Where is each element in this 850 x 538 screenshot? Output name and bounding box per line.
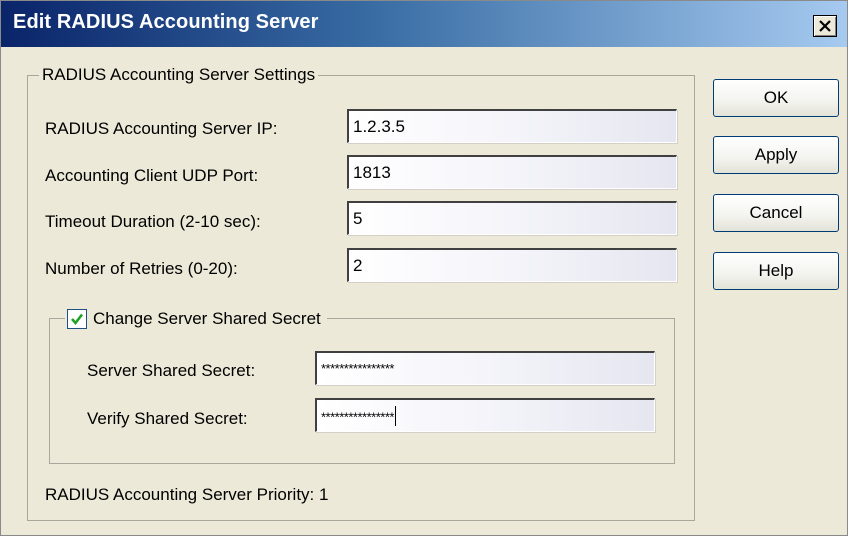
dialog-title: Edit RADIUS Accounting Server [13,11,319,33]
apply-button[interactable]: Apply [713,136,839,174]
help-button[interactable]: Help [713,252,839,290]
server-ip-input[interactable]: 1.2.3.5 [347,109,677,143]
server-priority-text: RADIUS Accounting Server Priority: 1 [45,485,329,504]
verify-secret-label: Verify Shared Secret: [87,409,248,428]
server-ip-label: RADIUS Accounting Server IP: [45,119,278,138]
change-secret-checkbox-row[interactable]: Change Server Shared Secret [65,309,327,329]
shared-secret-groupbox [49,318,675,464]
timeout-input[interactable]: 5 [347,201,677,235]
udp-port-label: Accounting Client UDP Port: [45,166,259,185]
cancel-button[interactable]: Cancel [713,194,839,232]
retries-label: Number of Retries (0-20): [45,259,238,278]
title-bar[interactable]: Edit RADIUS Accounting Server [1,1,847,47]
timeout-label: Timeout Duration (2-10 sec): [45,212,261,231]
retries-input[interactable]: 2 [347,248,677,282]
dialog-window: Edit RADIUS Accounting Server RADIUS Acc… [0,0,848,536]
close-icon [819,20,831,32]
ok-button[interactable]: OK [713,79,839,117]
verify-secret-value: **************** [321,409,394,425]
server-secret-input[interactable]: **************** [315,351,655,385]
change-secret-checkbox[interactable] [67,309,87,329]
verify-secret-input[interactable]: **************** [315,398,655,432]
settings-group-title: RADIUS Accounting Server Settings [39,65,319,85]
server-secret-value: **************** [321,361,394,376]
text-cursor [394,406,396,426]
udp-port-input[interactable]: 1813 [347,155,677,189]
change-secret-label: Change Server Shared Secret [93,309,321,328]
server-secret-label: Server Shared Secret: [87,361,256,380]
check-icon [71,313,84,326]
close-button[interactable] [813,15,837,37]
